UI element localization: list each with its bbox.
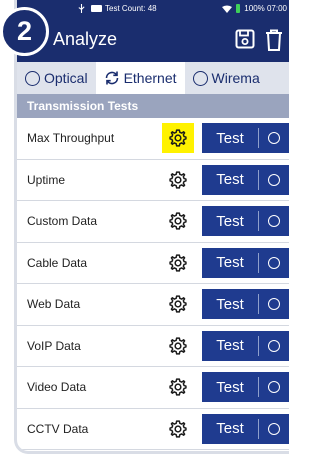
test-row: CCTV Data Test [17, 409, 289, 450]
test-label: Video Data [27, 380, 87, 395]
test-label: Web Data [27, 297, 81, 312]
status-circle-icon [268, 422, 280, 435]
test-button-label: Test [216, 378, 244, 396]
test-row: Max Throughput Test [17, 118, 289, 160]
test-label: CCTV Data [27, 421, 89, 436]
app-bar: ← Analyze [17, 17, 289, 62]
test-row: Custom Data Test [17, 201, 289, 243]
gear-icon [169, 212, 187, 230]
gear-icon [169, 378, 187, 396]
gear-icon [169, 254, 187, 272]
test-button[interactable]: Test [202, 206, 289, 237]
section-title: Transmission Tests [27, 99, 139, 113]
test-button-label: Test [216, 337, 244, 355]
test-button[interactable]: Test [202, 413, 289, 444]
test-button[interactable]: Test [202, 247, 289, 278]
settings-gear-button[interactable] [162, 289, 194, 319]
radio-icon [25, 70, 40, 86]
status-circle-icon [268, 173, 280, 186]
gear-icon [169, 295, 187, 313]
sync-icon [105, 71, 118, 85]
status-circle-icon [268, 339, 280, 352]
gear-icon [169, 171, 187, 189]
test-row: Video Data Test [17, 367, 289, 409]
test-button[interactable]: Test [202, 123, 289, 154]
battery-icon [91, 5, 102, 12]
test-button-label: Test [216, 295, 244, 313]
settings-gear-button[interactable] [162, 372, 194, 402]
tab-ethernet[interactable]: Ethernet [95, 62, 185, 94]
test-row: VoIP Data Test [17, 326, 289, 367]
settings-gear-button[interactable] [162, 165, 194, 195]
button-divider [258, 294, 259, 315]
button-divider [258, 252, 259, 273]
status-circle-icon [268, 132, 280, 145]
test-button[interactable]: Test [202, 164, 289, 195]
gear-icon [169, 129, 187, 147]
test-type-tabs: Optical Ethernet Wirema [17, 62, 289, 94]
status-bar: Test Count: 48 100% 07:00 [17, 0, 289, 17]
status-circle-icon [268, 256, 280, 269]
battery-time-label: 100% 07:00 [244, 4, 287, 13]
device-screen: Test Count: 48 100% 07:00 ← Analyze Opti… [14, 0, 289, 454]
save-icon[interactable] [235, 29, 255, 49]
trash-icon[interactable] [265, 29, 283, 51]
wifi-icon [222, 5, 233, 13]
test-list: Max Throughput Test Uptime Test Custom D… [17, 118, 289, 450]
test-button-label: Test [216, 129, 244, 147]
test-button-label: Test [216, 212, 244, 230]
test-row: Cable Data Test [17, 243, 289, 284]
test-button-label: Test [216, 171, 244, 189]
gear-icon [169, 337, 187, 355]
tab-wiremap[interactable]: Wirema [185, 62, 268, 94]
gear-icon [169, 420, 187, 438]
status-circle-icon [268, 215, 280, 228]
test-label: Max Throughput [27, 131, 115, 146]
step-number-badge: 2 [0, 7, 49, 56]
battery-level-icon [236, 4, 241, 13]
test-row: Uptime Test [17, 160, 289, 201]
button-divider [258, 335, 259, 356]
button-divider [258, 418, 259, 439]
section-header: Transmission Tests [17, 94, 289, 118]
settings-gear-button[interactable] [162, 206, 194, 236]
usb-icon [78, 4, 85, 13]
button-divider [258, 211, 259, 232]
page-title: Analyze [53, 29, 118, 49]
settings-gear-button[interactable] [162, 414, 194, 444]
settings-gear-button[interactable] [162, 331, 194, 361]
settings-gear-button[interactable] [162, 248, 194, 278]
button-divider [258, 128, 259, 149]
button-divider [258, 377, 259, 398]
test-label: Custom Data [27, 214, 98, 229]
tab-label: Optical [44, 70, 88, 86]
test-label: Uptime [27, 172, 66, 187]
status-circle-icon [268, 298, 280, 311]
settings-gear-button[interactable] [162, 123, 194, 154]
test-button-label: Test [216, 254, 244, 272]
test-label: Cable Data [27, 255, 88, 270]
test-button[interactable]: Test [202, 372, 289, 403]
tab-label: Wirema [211, 70, 260, 86]
test-row: Web Data Test [17, 284, 289, 326]
tab-label: Ethernet [123, 70, 177, 86]
status-circle-icon [268, 381, 280, 394]
test-count-label: Test Count: 48 [105, 4, 157, 13]
test-button[interactable]: Test [202, 289, 289, 320]
test-button[interactable]: Test [202, 330, 289, 361]
radio-icon [192, 70, 208, 86]
tab-optical[interactable]: Optical [17, 62, 96, 94]
test-label: VoIP Data [27, 338, 81, 353]
test-button-label: Test [216, 420, 244, 438]
button-divider [258, 169, 259, 190]
